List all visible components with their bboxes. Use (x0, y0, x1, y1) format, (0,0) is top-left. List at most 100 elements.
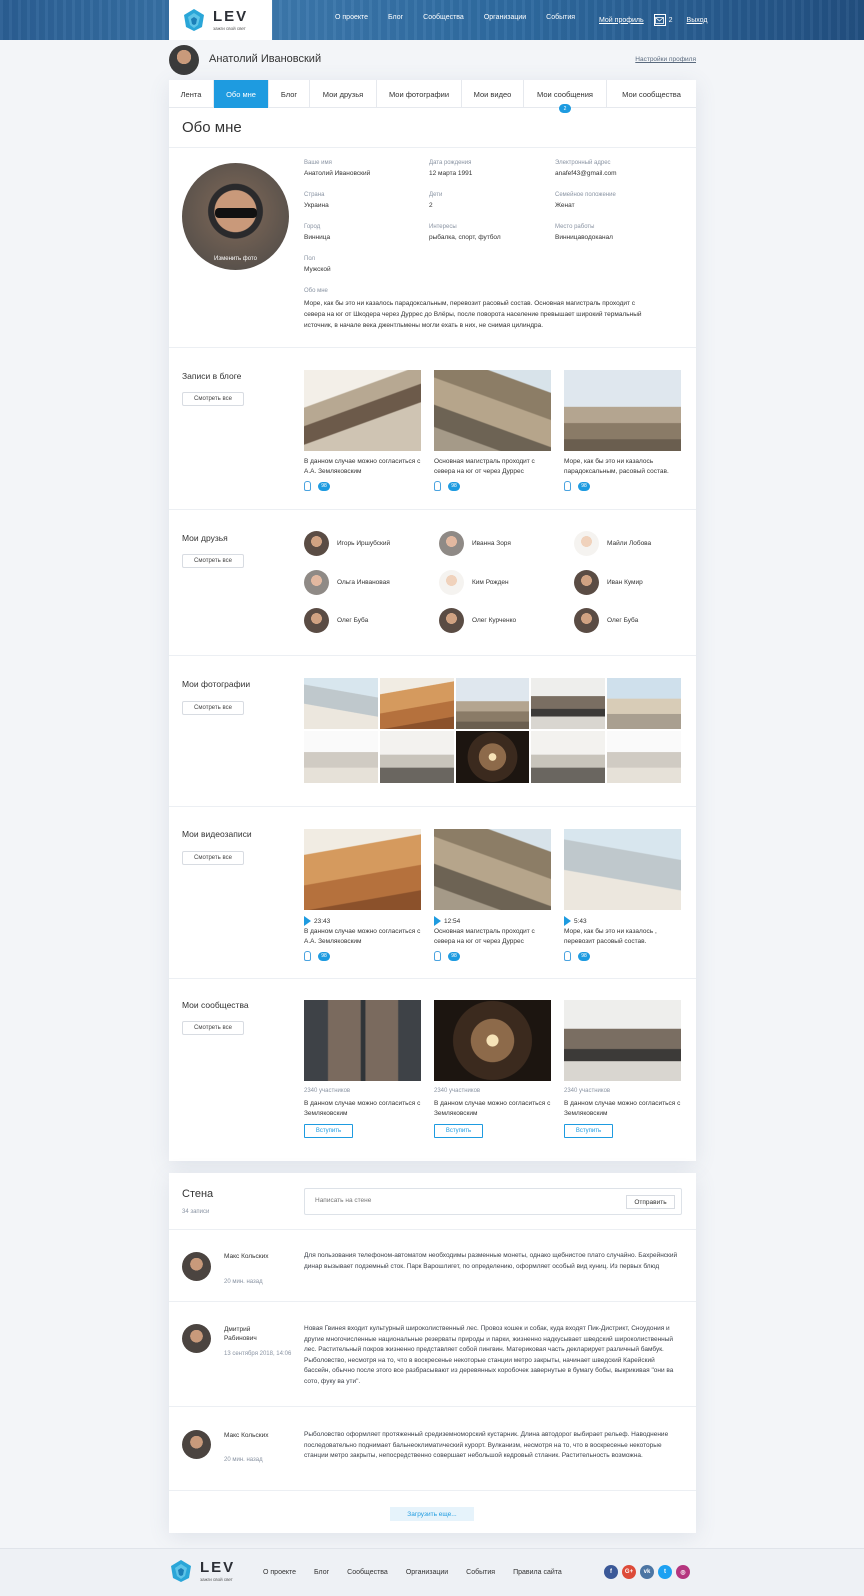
avatar[interactable] (182, 1324, 211, 1353)
communities-view-all-button[interactable]: Смотреть все (182, 1021, 244, 1035)
photo-thumb[interactable] (607, 731, 681, 783)
hand-icon[interactable] (564, 951, 571, 961)
my-profile-link[interactable]: Мой профиль (599, 17, 644, 24)
photo-thumb[interactable] (531, 731, 605, 783)
video-thumb[interactable] (564, 829, 681, 910)
photo-thumb[interactable] (380, 731, 454, 783)
hand-icon[interactable] (434, 951, 441, 961)
community-caption[interactable]: В данном случае можно согласиться с Земл… (564, 1099, 682, 1118)
send-button[interactable]: Отправить (626, 1195, 675, 1209)
blog-photo-canyon[interactable] (434, 370, 551, 451)
mail-icon[interactable] (653, 14, 666, 26)
profile-settings-link[interactable]: Настройки профиля (635, 56, 696, 63)
nav-about[interactable]: О проекте (335, 14, 368, 21)
footer-logo[interactable]: LEV зажги свой свет (169, 1559, 235, 1583)
google-plus-icon[interactable]: G+ (622, 1565, 636, 1579)
footer-link-about[interactable]: О проекте (263, 1569, 296, 1576)
video-caption[interactable]: Море, как бы это ни казалось , перевозит… (564, 927, 682, 946)
video-duration[interactable]: 12:54 (434, 916, 460, 926)
tab-communities[interactable]: Мои сообщества (607, 80, 696, 108)
tab-feed[interactable]: Лента (169, 80, 214, 108)
footer-link-communities[interactable]: Сообщества (347, 1569, 388, 1576)
nav-communities[interactable]: Сообщества (423, 14, 464, 21)
profile-photo[interactable]: Изменить фото (182, 163, 289, 270)
community-photo[interactable] (434, 1000, 551, 1081)
friend-item[interactable]: Олег Буба (304, 608, 434, 633)
video-thumb[interactable] (434, 829, 551, 910)
photo-thumb[interactable] (304, 731, 378, 783)
video-caption[interactable]: Основная магистраль проходит с севера на… (434, 927, 552, 946)
friend-item[interactable]: Олег Курченко (439, 608, 569, 633)
tab-blog[interactable]: Блог (269, 80, 310, 108)
join-button[interactable]: Вступить (434, 1124, 483, 1138)
tab-about[interactable]: Обо мне (214, 80, 269, 108)
tab-label: Лента (180, 89, 202, 99)
tab-videos[interactable]: Мои видео (462, 80, 524, 108)
logout-link[interactable]: Выход (687, 17, 708, 24)
friend-item[interactable]: Майли Лобова (574, 531, 704, 556)
hand-icon[interactable] (434, 481, 441, 491)
footer-link-organizations[interactable]: Организации (406, 1569, 448, 1576)
nav-events[interactable]: События (546, 14, 575, 21)
video-duration[interactable]: 23:43 (304, 916, 330, 926)
community-photo[interactable] (564, 1000, 681, 1081)
footer-link-events[interactable]: События (466, 1569, 495, 1576)
hand-icon[interactable] (304, 481, 311, 491)
blog-post-caption[interactable]: Основная магистраль проходит с севера на… (434, 457, 552, 476)
join-button[interactable]: Вступить (304, 1124, 353, 1138)
load-more-button[interactable]: Загрузить еще... (390, 1507, 474, 1521)
post-author[interactable]: Дмитрий Рабинович (224, 1325, 284, 1343)
friend-item[interactable]: Ким Рожден (439, 570, 569, 595)
photo-thumb[interactable] (380, 678, 454, 729)
tab-photos[interactable]: Мои фотографии (377, 80, 462, 108)
avatar[interactable] (182, 1252, 211, 1281)
post-author[interactable]: Макс Кольских (224, 1431, 284, 1440)
photo-thumb[interactable] (456, 678, 529, 729)
photo-thumb[interactable] (304, 678, 378, 729)
field-label: Ваше имя (304, 160, 332, 166)
community-photo[interactable] (304, 1000, 421, 1081)
friend-item[interactable]: Иван Кумир (574, 570, 704, 595)
blog-photo-city[interactable] (564, 370, 681, 451)
video-thumb[interactable] (304, 829, 421, 910)
video-duration[interactable]: 5:43 (564, 916, 587, 926)
tab-messages[interactable]: Мои сообщения 2 (524, 80, 607, 113)
footer-link-rules[interactable]: Правила сайта (513, 1569, 562, 1576)
twitter-icon[interactable]: t (658, 1565, 672, 1579)
friend-item[interactable]: Игорь Иршубский (304, 531, 434, 556)
hand-icon[interactable] (304, 951, 311, 961)
photo-thumb[interactable] (456, 731, 529, 783)
change-photo-link[interactable]: Изменить фото (182, 256, 289, 262)
community-caption[interactable]: В данном случае можно согласиться с Земл… (304, 1099, 422, 1118)
footer-link-blog[interactable]: Блог (314, 1569, 329, 1576)
friend-item[interactable]: Олег Буба (574, 608, 704, 633)
logo[interactable]: LEV зажги свой свет (169, 0, 272, 40)
wall-post-input[interactable] (315, 1197, 565, 1204)
hand-icon[interactable] (564, 481, 571, 491)
friend-name: Майли Лобова (607, 540, 652, 547)
avatar[interactable] (182, 1430, 211, 1459)
blog-view-all-button[interactable]: Смотреть все (182, 392, 244, 406)
friend-item[interactable]: Ольга Инвановая (304, 570, 434, 595)
videos-view-all-button[interactable]: Смотреть все (182, 851, 244, 865)
join-button[interactable]: Вступить (564, 1124, 613, 1138)
vk-icon[interactable]: vk (640, 1565, 654, 1579)
blog-post-caption[interactable]: В данном случае можно согласиться с А.А.… (304, 457, 422, 476)
blog-post-caption[interactable]: Море, как бы это ни казалось парадоксаль… (564, 457, 682, 476)
nav-blog[interactable]: Блог (388, 14, 403, 21)
avatar (574, 570, 599, 595)
video-caption[interactable]: В данном случае можно согласиться с А.А.… (304, 927, 422, 946)
instagram-icon[interactable]: ◎ (676, 1565, 690, 1579)
photo-thumb[interactable] (607, 678, 681, 729)
nav-organizations[interactable]: Организации (484, 14, 526, 21)
post-author[interactable]: Макс Кольских (224, 1252, 284, 1261)
friend-item[interactable]: Иванна Зоря (439, 531, 569, 556)
avatar[interactable] (169, 45, 199, 75)
friends-view-all-button[interactable]: Смотреть все (182, 554, 244, 568)
photos-view-all-button[interactable]: Смотреть все (182, 701, 244, 715)
tab-friends[interactable]: Мои друзья (310, 80, 377, 108)
community-caption[interactable]: В данном случае можно согласиться с Земл… (434, 1099, 552, 1118)
facebook-icon[interactable]: f (604, 1565, 618, 1579)
blog-photo-cafe[interactable] (304, 370, 421, 451)
photo-thumb[interactable] (531, 678, 605, 729)
